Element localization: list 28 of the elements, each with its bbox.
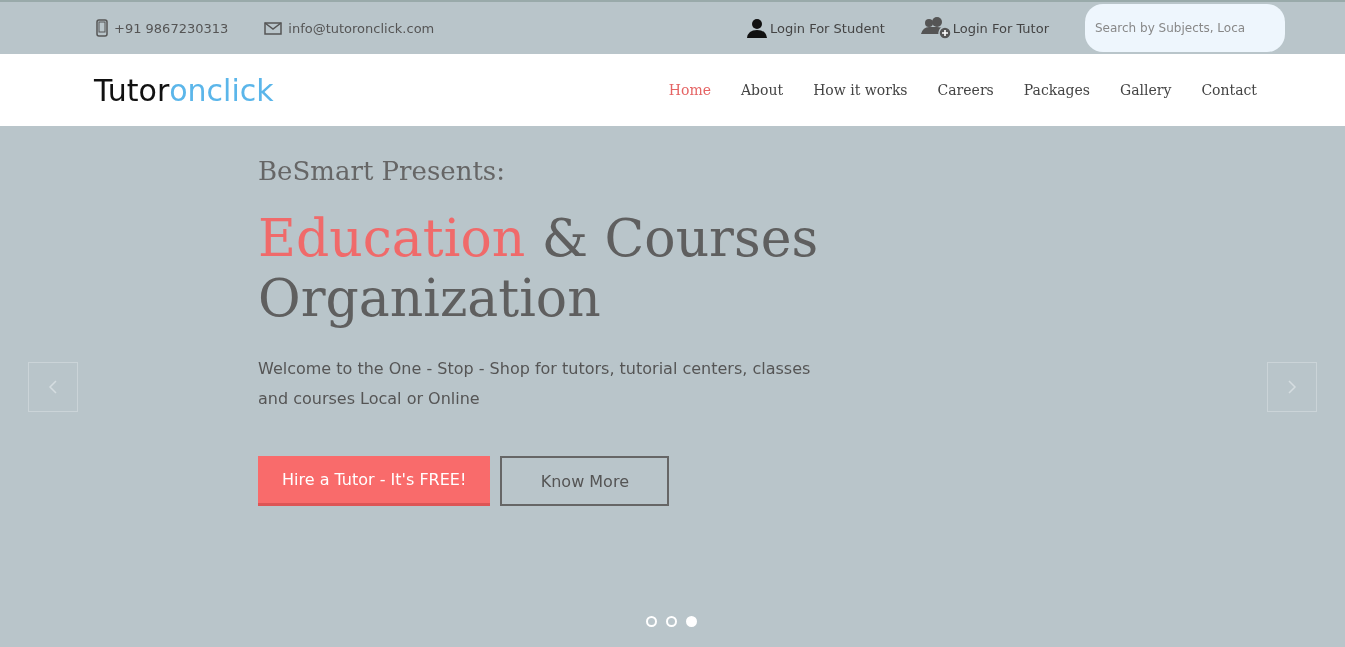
hero-headline: Education & Courses Organization: [258, 208, 820, 328]
know-more-button[interactable]: Know More: [500, 456, 670, 506]
login-link[interactable]: Login For Tutor: [920, 17, 1049, 39]
chevron-left-icon: [48, 378, 58, 395]
group-add-icon: [920, 17, 951, 39]
email-address: info@tutoronclick.com: [288, 20, 435, 36]
nav-link[interactable]: Packages: [1023, 82, 1090, 98]
nav-link[interactable]: Gallery: [1120, 82, 1172, 98]
phone-icon: [96, 19, 108, 37]
nav-link[interactable]: Careers: [937, 82, 994, 98]
nav-link[interactable]: About: [741, 82, 784, 98]
previous-slide-button[interactable]: [28, 361, 78, 412]
login-link[interactable]: Login For Student: [745, 18, 885, 38]
logo-text: Tutor: [94, 72, 170, 108]
hero-kicker: BeSmart Presents:: [258, 156, 506, 186]
slide-dot[interactable]: [666, 616, 677, 627]
search-field[interactable]: Search by Subjects, Loca: [1085, 4, 1285, 52]
hero-description: Welcome to the One - Stop - Shop for tutors, tutorial centers, classes and courses Local or Online: [258, 358, 812, 410]
next-slide-button[interactable]: [1267, 361, 1317, 412]
person-icon: [745, 18, 768, 38]
chevron-right-icon: [1287, 378, 1297, 395]
logo-text: onclick: [169, 72, 274, 108]
slide-dot[interactable]: [686, 616, 697, 627]
phone-number: +91 9867230313: [114, 20, 229, 36]
nav-link[interactable]: Contact: [1201, 82, 1257, 98]
mail-icon: [264, 21, 283, 35]
nav-link[interactable]: How it works: [813, 82, 908, 98]
slide-dot[interactable]: [646, 616, 657, 627]
